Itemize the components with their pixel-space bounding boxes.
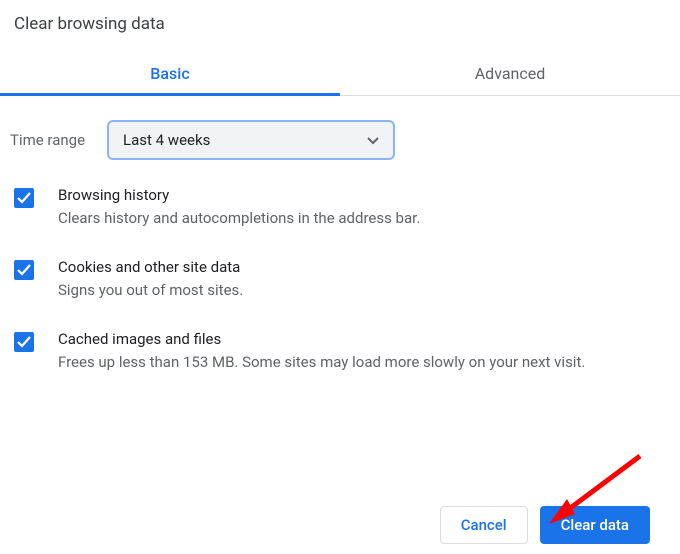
option-text: Cached images and files Frees up less th… xyxy=(58,330,660,374)
chevron-down-icon xyxy=(367,131,379,149)
dialog-title: Clear browsing data xyxy=(0,0,680,40)
time-range-row: Time range Last 4 weeks xyxy=(0,96,680,172)
option-desc: Clears history and autocompletions in th… xyxy=(58,208,660,230)
time-range-select[interactable]: Last 4 weeks xyxy=(107,120,395,160)
checkbox-cached[interactable] xyxy=(14,332,34,352)
checkbox-browsing-history[interactable] xyxy=(14,188,34,208)
checkbox-cookies[interactable] xyxy=(14,260,34,280)
option-text: Cookies and other site data Signs you ou… xyxy=(58,258,660,302)
tabs: Basic Advanced xyxy=(0,52,680,96)
clear-data-button[interactable]: Clear data xyxy=(540,506,650,544)
option-cached: Cached images and files Frees up less th… xyxy=(0,316,680,388)
check-icon xyxy=(17,336,31,348)
option-title: Cached images and files xyxy=(58,330,660,348)
option-desc: Frees up less than 153 MB. Some sites ma… xyxy=(58,352,660,374)
option-title: Cookies and other site data xyxy=(58,258,660,276)
option-desc: Signs you out of most sites. xyxy=(58,280,660,302)
time-range-label: Time range xyxy=(10,131,85,149)
option-text: Browsing history Clears history and auto… xyxy=(58,186,660,230)
option-title: Browsing history xyxy=(58,186,660,204)
check-icon xyxy=(17,264,31,276)
check-icon xyxy=(17,192,31,204)
option-browsing-history: Browsing history Clears history and auto… xyxy=(0,172,680,244)
tab-basic[interactable]: Basic xyxy=(0,52,340,95)
dialog-footer: Cancel Clear data xyxy=(440,506,650,544)
cancel-button[interactable]: Cancel xyxy=(440,506,528,544)
option-cookies: Cookies and other site data Signs you ou… xyxy=(0,244,680,316)
time-range-value: Last 4 weeks xyxy=(123,131,210,149)
tab-advanced[interactable]: Advanced xyxy=(340,52,680,95)
